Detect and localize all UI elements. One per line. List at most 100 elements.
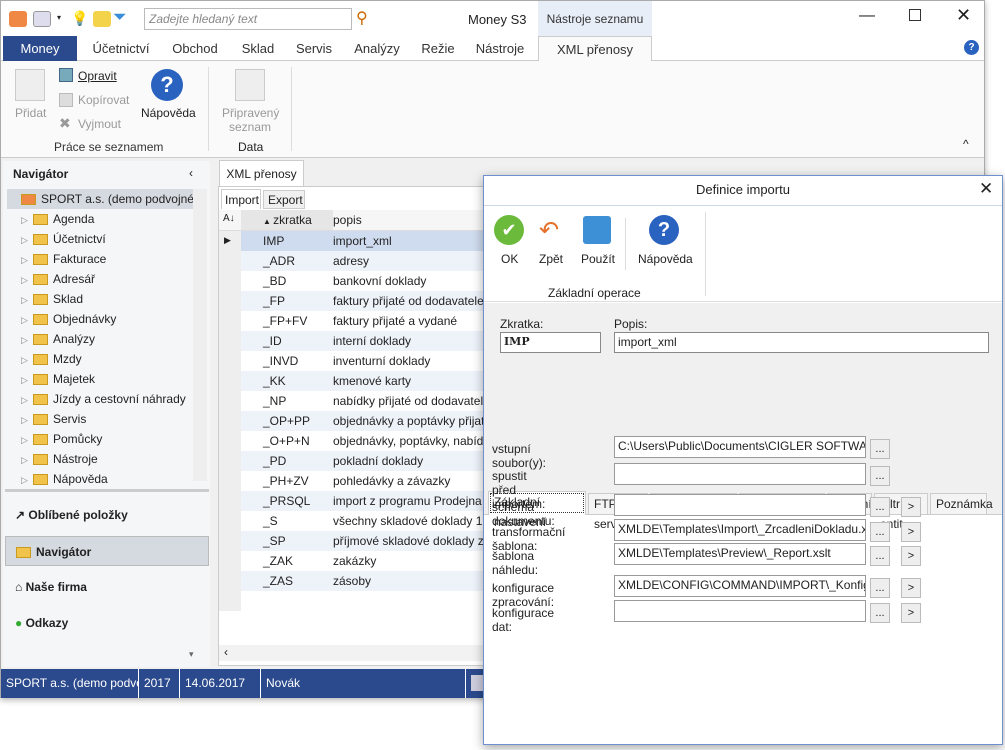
open-button[interactable]: > <box>901 497 921 517</box>
back-button[interactable]: Zpět <box>539 252 563 266</box>
tab-sklad[interactable]: Sklad <box>234 36 282 61</box>
nav-item[interactable]: ▷ Sklad <box>21 289 83 309</box>
close-button[interactable]: ✕ <box>956 5 971 26</box>
nav-item[interactable]: ▷ Jízdy a cestovní náhrady <box>21 389 186 409</box>
favorites-button[interactable]: ↗ Oblíbené položky <box>5 500 209 530</box>
browse-button[interactable]: ... <box>870 546 890 566</box>
search-icon[interactable]: ⚲ <box>356 8 368 28</box>
tab-nastroje[interactable]: Nástroje <box>469 36 531 61</box>
table-row[interactable]: _S všechny skladové doklady 1:1 <box>241 511 489 531</box>
nav-item[interactable]: ▷ Fakturace <box>21 249 106 269</box>
nav-item[interactable]: ▷ Adresář <box>21 269 95 289</box>
nav-item[interactable]: ▷ Servis <box>21 409 86 429</box>
expand-icon[interactable]: ▷ <box>21 330 33 350</box>
horizontal-scrollbar[interactable]: ‹ <box>219 645 489 661</box>
scrollbar[interactable] <box>193 189 207 481</box>
table-row[interactable]: _O+P+N objednávky, poptávky, nabídky <box>241 431 489 451</box>
dialog-tab[interactable]: Poznámka <box>930 493 993 514</box>
popis-input[interactable]: import_xml <box>614 332 989 353</box>
dropdown-icon[interactable]: ▾ <box>57 13 61 22</box>
expand-icon[interactable]: ▷ <box>21 430 33 450</box>
field-input[interactable]: XMLDE\Templates\Preview\_Report.xslt <box>614 543 866 565</box>
table-row[interactable]: _FP+FV faktury přijaté a vydané <box>241 311 489 331</box>
nav-item[interactable]: ▷ Pomůcky <box>21 429 102 449</box>
help-button[interactable]: Nápověda <box>141 106 196 120</box>
table-row[interactable]: _SP příjmové skladové doklady z výdejek <box>241 531 489 551</box>
browse-button[interactable]: ... <box>870 439 890 459</box>
calendar-icon[interactable] <box>471 675 483 691</box>
collapse-icon[interactable]: ‹ <box>189 166 193 180</box>
help-icon[interactable]: ? <box>964 40 979 55</box>
browse-button[interactable]: ... <box>870 497 890 517</box>
column-zkratka[interactable]: ▲ zkratka <box>241 210 333 230</box>
table-row[interactable]: _ZAS zásoby <box>241 571 489 591</box>
field-input[interactable] <box>614 494 866 516</box>
edit-button[interactable]: Opravit <box>78 69 117 83</box>
splitter[interactable] <box>5 489 209 492</box>
nav-item[interactable]: ▷ Agenda <box>21 209 94 229</box>
search-input[interactable]: Zadejte hledaný text <box>144 8 352 30</box>
more-icon[interactable]: ▾ <box>189 649 194 660</box>
filter-icon[interactable]: ⏷ <box>113 7 127 27</box>
tab-xml-prenosy[interactable]: XML přenosy <box>538 36 652 61</box>
tab-ucetnictvi[interactable]: Účetnictví <box>83 36 159 61</box>
dialog-close-button[interactable]: ✕ <box>979 179 993 199</box>
copy-button[interactable]: Kopírovat <box>78 93 129 107</box>
expand-icon[interactable]: ▷ <box>21 390 33 410</box>
prepared-list-button[interactable]: Připravený seznam <box>222 106 279 134</box>
lightbulb-icon[interactable]: 💡 <box>71 10 88 27</box>
expand-icon[interactable]: ▷ <box>21 450 33 470</box>
expand-icon[interactable]: ▷ <box>21 370 33 390</box>
doc-tab-xml[interactable]: XML přenosy <box>219 160 304 186</box>
column-popis[interactable]: popis <box>333 210 362 230</box>
expand-icon[interactable]: ▷ <box>21 350 33 370</box>
expand-icon[interactable]: ▷ <box>21 410 33 430</box>
tab-export[interactable]: Export <box>263 190 305 209</box>
nav-item[interactable]: ▷ Majetek <box>21 369 95 389</box>
field-input[interactable]: XMLDE\CONFIG\COMMAND\IMPORT\_KonfigZprac… <box>614 575 866 597</box>
tree-root[interactable]: SPORT a.s. (demo podvojné <box>7 189 193 209</box>
expand-icon[interactable]: ▷ <box>21 210 33 230</box>
table-row[interactable]: _ZAK zakázky <box>241 551 489 571</box>
nav-item[interactable]: ▷ Nástroje <box>21 449 98 469</box>
table-row[interactable]: _KK kmenové karty <box>241 371 489 391</box>
table-row[interactable]: _PRSQL import z programu Prodejna SQL <box>241 491 489 511</box>
tab-servis[interactable]: Servis <box>291 36 337 61</box>
nav-item[interactable]: ▷ Analýzy <box>21 329 95 349</box>
zkratka-input[interactable]: IMP <box>500 332 601 353</box>
tab-money[interactable]: Money <box>3 36 77 61</box>
table-row[interactable]: _PH+ZV pohledávky a závazky <box>241 471 489 491</box>
field-input[interactable]: C:\Users\Public\Documents\CIGLER SOFTWAR… <box>614 436 866 458</box>
tab-analyzy[interactable]: Analýzy <box>347 36 407 61</box>
tab-rezie[interactable]: Režie <box>415 36 461 61</box>
table-row[interactable]: _FP faktury přijaté od dodavatele <box>241 291 489 311</box>
our-company-button[interactable]: ⌂ Naše firma <box>5 572 209 602</box>
links-button[interactable]: ● Odkazy <box>5 608 209 638</box>
minimize-button[interactable]: — <box>859 7 875 25</box>
help-button[interactable]: Nápověda <box>638 252 693 266</box>
table-row[interactable]: _PD pokladní doklady <box>241 451 489 471</box>
expand-icon[interactable]: ▷ <box>21 290 33 310</box>
browse-button[interactable]: ... <box>870 522 890 542</box>
table-row[interactable]: _BD bankovní doklady <box>241 271 489 291</box>
field-input[interactable]: XMLDE\Templates\Import\_ZrcadleniDokladu… <box>614 519 866 541</box>
scroll-left-icon[interactable]: ‹ <box>219 645 228 659</box>
nav-item[interactable]: ▷ Mzdy <box>21 349 82 369</box>
tab-obchod[interactable]: Obchod <box>165 36 225 61</box>
table-row[interactable]: _OP+PP objednávky a poptávky přijaté <box>241 411 489 431</box>
table-row[interactable]: _ID interní doklady <box>241 331 489 351</box>
ok-button[interactable]: OK <box>501 252 518 266</box>
maximize-button[interactable] <box>909 9 921 21</box>
list-icon[interactable] <box>33 11 51 27</box>
tab-import[interactable]: Import <box>221 189 261 209</box>
expand-icon[interactable]: ▷ <box>21 270 33 290</box>
notes-icon[interactable] <box>93 11 111 27</box>
nav-item[interactable]: ▷ Nápověda <box>21 469 108 489</box>
table-row[interactable]: _ADR adresy <box>241 251 489 271</box>
apply-button[interactable]: Použít <box>581 252 615 266</box>
field-input[interactable] <box>614 463 866 485</box>
expand-icon[interactable]: ▷ <box>21 250 33 270</box>
expand-icon[interactable]: ▷ <box>21 310 33 330</box>
browse-button[interactable]: ... <box>870 603 890 623</box>
browse-button[interactable]: ... <box>870 466 890 486</box>
